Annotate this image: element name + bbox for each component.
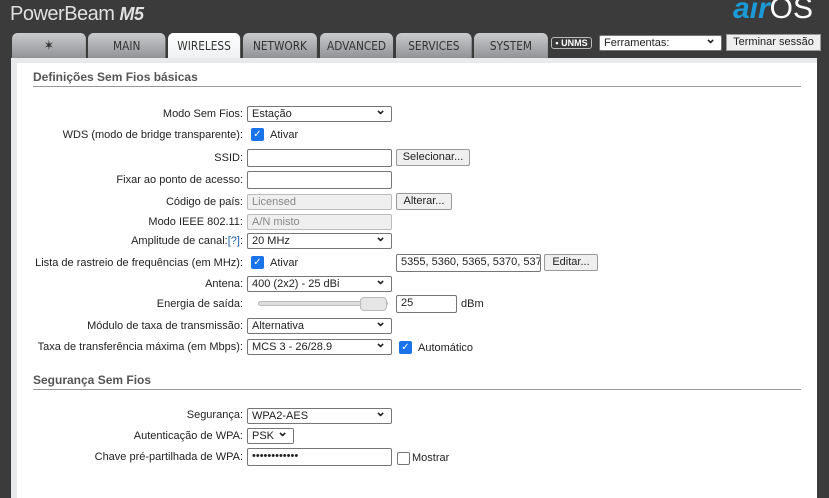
- wpa-key-label: Chave pré-partilhada de WPA:: [94, 451, 243, 463]
- ieee-mode-input: A/N misto: [247, 214, 392, 230]
- unms-badge[interactable]: • UNMS: [551, 37, 592, 49]
- rate-module-select[interactable]: Alternativa: [247, 318, 392, 334]
- lock-ap-input[interactable]: [247, 171, 392, 189]
- country-label: Código de país:: [165, 196, 243, 208]
- scan-check-label: Ativar: [270, 257, 299, 269]
- output-power-label: Energia de saída:: [156, 298, 243, 310]
- tab-network[interactable]: NETWORK: [243, 33, 317, 59]
- wpa-key-input[interactable]: ••••••••••••: [247, 448, 392, 466]
- channel-width-select[interactable]: 20 MHz: [247, 233, 392, 249]
- output-power-slider-thumb[interactable]: [360, 297, 387, 311]
- security-select[interactable]: WPA2-AES: [247, 408, 392, 424]
- output-power-input[interactable]: 25: [396, 295, 457, 313]
- wpa-auth-label: Autenticação de WPA:: [133, 430, 243, 442]
- section-title-basic: Definições Sem Fios básicas: [33, 70, 801, 87]
- ubiquiti-logo-icon: ✶: [43, 38, 55, 54]
- tab-ubiquiti-logo[interactable]: ✶: [12, 33, 86, 59]
- device-brand: PowerBeam M5: [10, 3, 144, 25]
- tab-system[interactable]: SYSTEM: [474, 33, 548, 59]
- ssid-label: SSID:: [214, 152, 243, 164]
- power-unit: dBm: [461, 298, 484, 310]
- tab-main[interactable]: MAIN: [88, 33, 166, 59]
- tools-select[interactable]: Ferramentas:: [599, 35, 722, 51]
- wireless-mode-select[interactable]: Estação: [247, 106, 392, 122]
- auto-rate-checkbox[interactable]: ✓: [399, 341, 412, 354]
- antenna-label: Antena:: [205, 278, 243, 290]
- country-input: Licensed: [247, 194, 392, 210]
- scan-list-input[interactable]: 5355, 5360, 5365, 5370, 5375: [396, 254, 541, 272]
- ieee-label: Modo IEEE 802.11:: [148, 216, 243, 228]
- wpa-auth-select[interactable]: PSK: [247, 428, 294, 444]
- channel-width-label: Amplitude de canal:[?]:: [131, 235, 243, 247]
- lock-ap-label: Fixar ao ponto de acesso:: [116, 174, 243, 186]
- max-rate-select[interactable]: MCS 3 - 26/28.9: [247, 339, 392, 355]
- wds-check-label: Ativar: [270, 129, 299, 141]
- change-country-button[interactable]: Alterar...: [396, 193, 452, 210]
- security-label: Segurança:: [186, 409, 243, 421]
- max-rate-label: Taxa de transferência máxima (em Mbps):: [37, 341, 243, 353]
- edit-scan-list-button[interactable]: Editar...: [544, 254, 598, 271]
- wds-label: WDS (modo de bridge transparente):: [62, 129, 243, 141]
- tab-wireless[interactable]: WIRELESS: [168, 33, 241, 59]
- show-key-checkbox[interactable]: [397, 452, 410, 465]
- scan-list-checkbox[interactable]: ✓: [251, 256, 264, 269]
- scan-list-label: Lista de rastreio de frequências (em MHz…: [35, 257, 243, 269]
- show-key-label: Mostrar: [412, 452, 450, 464]
- section-title-security: Segurança Sem Fios: [33, 373, 801, 390]
- ssid-input[interactable]: [247, 149, 392, 167]
- help-link[interactable]: [?]: [228, 235, 240, 247]
- logout-button[interactable]: Terminar sessão: [726, 34, 821, 51]
- rate-module-label: Módulo de taxa de transmissão:: [87, 320, 243, 332]
- airos-logo: airOS: [732, 0, 813, 25]
- content-panel: [11, 58, 817, 498]
- select-ssid-button[interactable]: Selecionar...: [396, 149, 470, 166]
- auto-rate-label: Automático: [418, 342, 474, 354]
- mode-label: Modo Sem Fios:: [162, 108, 243, 120]
- wds-checkbox[interactable]: ✓: [251, 128, 264, 141]
- antenna-select[interactable]: 400 (2x2) - 25 dBi: [247, 276, 392, 292]
- tab-advanced[interactable]: ADVANCED: [320, 33, 394, 59]
- tab-services[interactable]: SERVICES: [396, 33, 472, 59]
